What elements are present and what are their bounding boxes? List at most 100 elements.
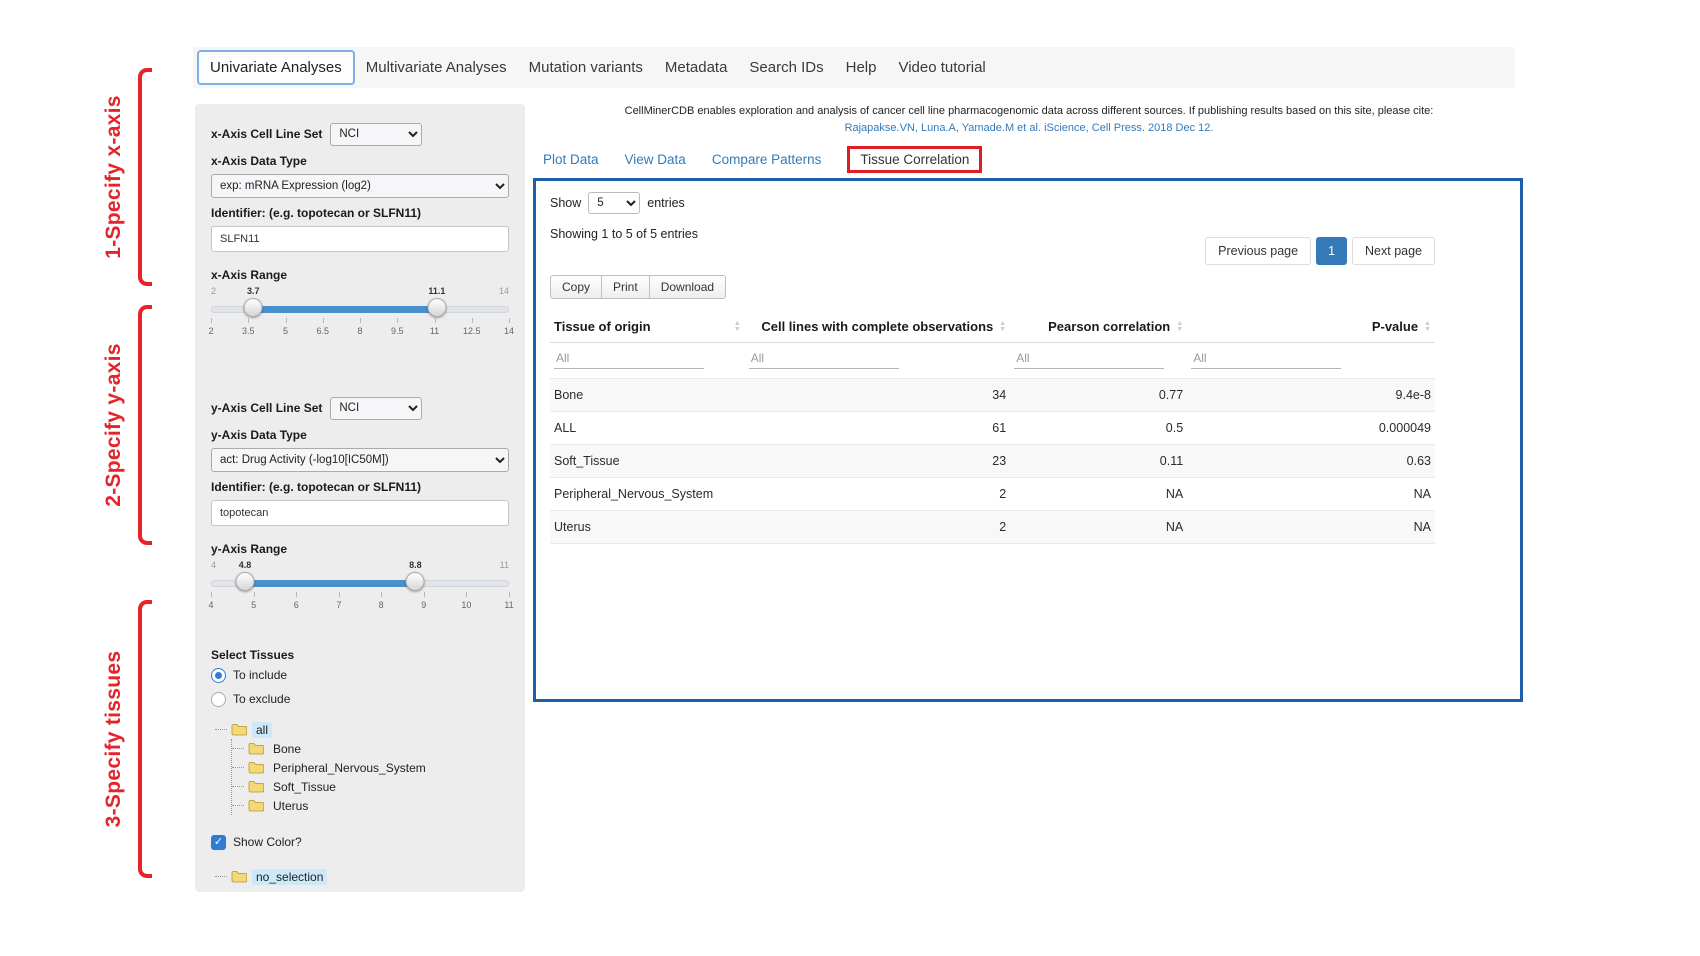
tissue-correlation-table: Tissue of origin ▲▼ Cell lines with comp… <box>550 311 1435 544</box>
pagination: Previous page 1 Next page <box>1200 237 1435 265</box>
page-length-select[interactable]: 5 <box>588 192 640 214</box>
table-row: Uterus 2 NA NA <box>550 511 1435 544</box>
step1-label: 1-Specify x-axis <box>102 95 126 259</box>
filter-input-tissue-of-origin[interactable] <box>554 348 704 369</box>
tree-item-no-selection[interactable]: no_selection <box>215 867 509 886</box>
sort-icon: ▲▼ <box>999 321 1006 333</box>
nav-tab-mutation-variants[interactable]: Mutation variants <box>518 52 654 83</box>
citation-link[interactable]: Rajapakse.VN, Luna.A, Yamade.M et al. iS… <box>540 120 1518 137</box>
tree-item-all[interactable]: all <box>215 720 509 739</box>
cell-observations: 61 <box>745 412 1011 445</box>
filter-input-cell-lines[interactable] <box>749 348 899 369</box>
y-range-to-value: 8.8 <box>409 560 422 570</box>
tab-view-data[interactable]: View Data <box>625 152 686 167</box>
tree-connector <box>232 748 244 749</box>
tab-tissue-correlation[interactable]: Tissue Correlation <box>847 146 982 173</box>
cell-pearson: 0.5 <box>1010 412 1187 445</box>
cell-tissue: Soft_Tissue <box>550 445 745 478</box>
x-data-type-label: x-Axis Data Type <box>211 154 509 168</box>
tick-mark <box>339 592 340 597</box>
sidebar-controls: x-Axis Cell Line Set NCI x-Axis Data Typ… <box>195 104 525 892</box>
tree-item-peripheral-nervous-system-label: Peripheral_Nervous_System <box>269 760 430 776</box>
tick-mark <box>323 318 324 323</box>
x-range-handle-from[interactable] <box>244 298 263 317</box>
column-header-tissue-of-origin[interactable]: Tissue of origin ▲▼ <box>550 311 745 343</box>
tick-mark <box>296 592 297 597</box>
x-identifier-label: Identifier: (e.g. topotecan or SLFN11) <box>211 206 509 220</box>
y-data-type-select[interactable]: act: Drug Activity (-log10[IC50M]) <box>211 448 509 472</box>
table-row: ALL 61 0.5 0.000049 <box>550 412 1435 445</box>
nav-tab-help[interactable]: Help <box>835 52 888 83</box>
nav-tab-video-tutorial[interactable]: Video tutorial <box>887 52 996 83</box>
results-panel: Show 5 entries Showing 1 to 5 of 5 entri… <box>533 178 1523 702</box>
next-page-button[interactable]: Next page <box>1352 237 1435 265</box>
x-data-type-select[interactable]: exp: mRNA Expression (log2) <box>211 174 509 198</box>
tree-item-soft-tissue-label: Soft_Tissue <box>269 779 340 795</box>
column-header-pearson-correlation[interactable]: Pearson correlation ▲▼ <box>1010 311 1187 343</box>
page-1-button[interactable]: 1 <box>1316 237 1347 265</box>
column-header-p-value[interactable]: P-value ▲▼ <box>1187 311 1435 343</box>
filter-input-p-value[interactable] <box>1191 348 1341 369</box>
download-button[interactable]: Download <box>649 275 726 299</box>
x-identifier-input[interactable] <box>211 226 509 252</box>
exclude-radio[interactable] <box>211 692 226 707</box>
column-header-cell-lines[interactable]: Cell lines with complete observations ▲▼ <box>745 311 1011 343</box>
y-range-handle-from[interactable] <box>235 572 254 591</box>
tick-mark <box>435 318 436 323</box>
x-cell-line-set-select[interactable]: NCI <box>330 123 422 146</box>
include-radio-row: To include <box>211 664 509 686</box>
nav-tab-univariate-analyses[interactable]: Univariate Analyses <box>197 50 355 85</box>
tick-mark <box>360 318 361 323</box>
citation-block: CellMinerCDB enables exploration and ana… <box>540 103 1518 137</box>
y-cell-line-set-select[interactable]: NCI <box>330 397 422 420</box>
nav-tab-multivariate-analyses[interactable]: Multivariate Analyses <box>355 52 518 83</box>
show-color-row: ✓ Show Color? <box>211 831 509 853</box>
y-range-slider[interactable]: 4 11 4.8 8.8 4 5 6 7 <box>211 560 509 612</box>
tree-item-no-selection-label: no_selection <box>252 869 327 885</box>
tab-compare-patterns[interactable]: Compare Patterns <box>712 152 822 167</box>
tree-connector <box>215 729 227 730</box>
nav-tab-metadata[interactable]: Metadata <box>654 52 739 83</box>
nav-tab-search-ids[interactable]: Search IDs <box>738 52 834 83</box>
tree-item-soft-tissue[interactable]: Soft_Tissue <box>232 777 509 796</box>
citation-text: CellMinerCDB enables exploration and ana… <box>540 103 1518 120</box>
y-range-label: y-Axis Range <box>211 542 509 556</box>
cell-tissue: Bone <box>550 379 745 412</box>
y-identifier-input[interactable] <box>211 500 509 526</box>
previous-page-button[interactable]: Previous page <box>1205 237 1311 265</box>
copy-button[interactable]: Copy <box>550 275 602 299</box>
x-range-handle-to[interactable] <box>427 298 446 317</box>
tick-label: 8 <box>357 326 362 336</box>
tick-label: 8 <box>379 600 384 610</box>
check-icon: ✓ <box>214 837 223 848</box>
include-radio[interactable] <box>211 668 226 683</box>
y-range-handle-to[interactable] <box>406 572 425 591</box>
tick-mark <box>424 592 425 597</box>
column-label: Tissue of origin <box>554 319 651 334</box>
tick-label: 11 <box>504 600 513 610</box>
show-label: Show <box>550 196 581 210</box>
tree-item-peripheral-nervous-system[interactable]: Peripheral_Nervous_System <box>232 758 509 777</box>
page: 1-Specify x-axis 2-Specify y-axis 3-Spec… <box>0 0 1700 956</box>
tick-label: 12.5 <box>463 326 481 336</box>
cell-tissue: Uterus <box>550 511 745 544</box>
cell-tissue: ALL <box>550 412 745 445</box>
print-button[interactable]: Print <box>601 275 650 299</box>
tab-plot-data[interactable]: Plot Data <box>543 152 599 167</box>
x-range-to-value: 11.1 <box>428 286 445 296</box>
selection-tree: no_selection <box>215 867 509 886</box>
y-range-selected-bar <box>245 580 415 587</box>
main-nav: Univariate Analyses Multivariate Analyse… <box>193 47 1515 88</box>
tree-item-uterus[interactable]: Uterus <box>232 796 509 815</box>
x-range-min-label: 2 <box>211 286 216 296</box>
y-range-min-label: 4 <box>211 560 216 570</box>
show-color-checkbox[interactable]: ✓ <box>211 835 226 850</box>
y-range-from-value: 4.8 <box>239 560 252 570</box>
tree-item-bone[interactable]: Bone <box>232 739 509 758</box>
filter-input-pearson-correlation[interactable] <box>1014 348 1164 369</box>
tree-connector <box>232 805 244 806</box>
tick-label: 11 <box>430 326 439 336</box>
x-range-slider[interactable]: 2 14 3.7 11.1 2 3.5 5 <box>211 286 509 338</box>
y-data-type-label: y-Axis Data Type <box>211 428 509 442</box>
folder-icon <box>248 742 264 755</box>
